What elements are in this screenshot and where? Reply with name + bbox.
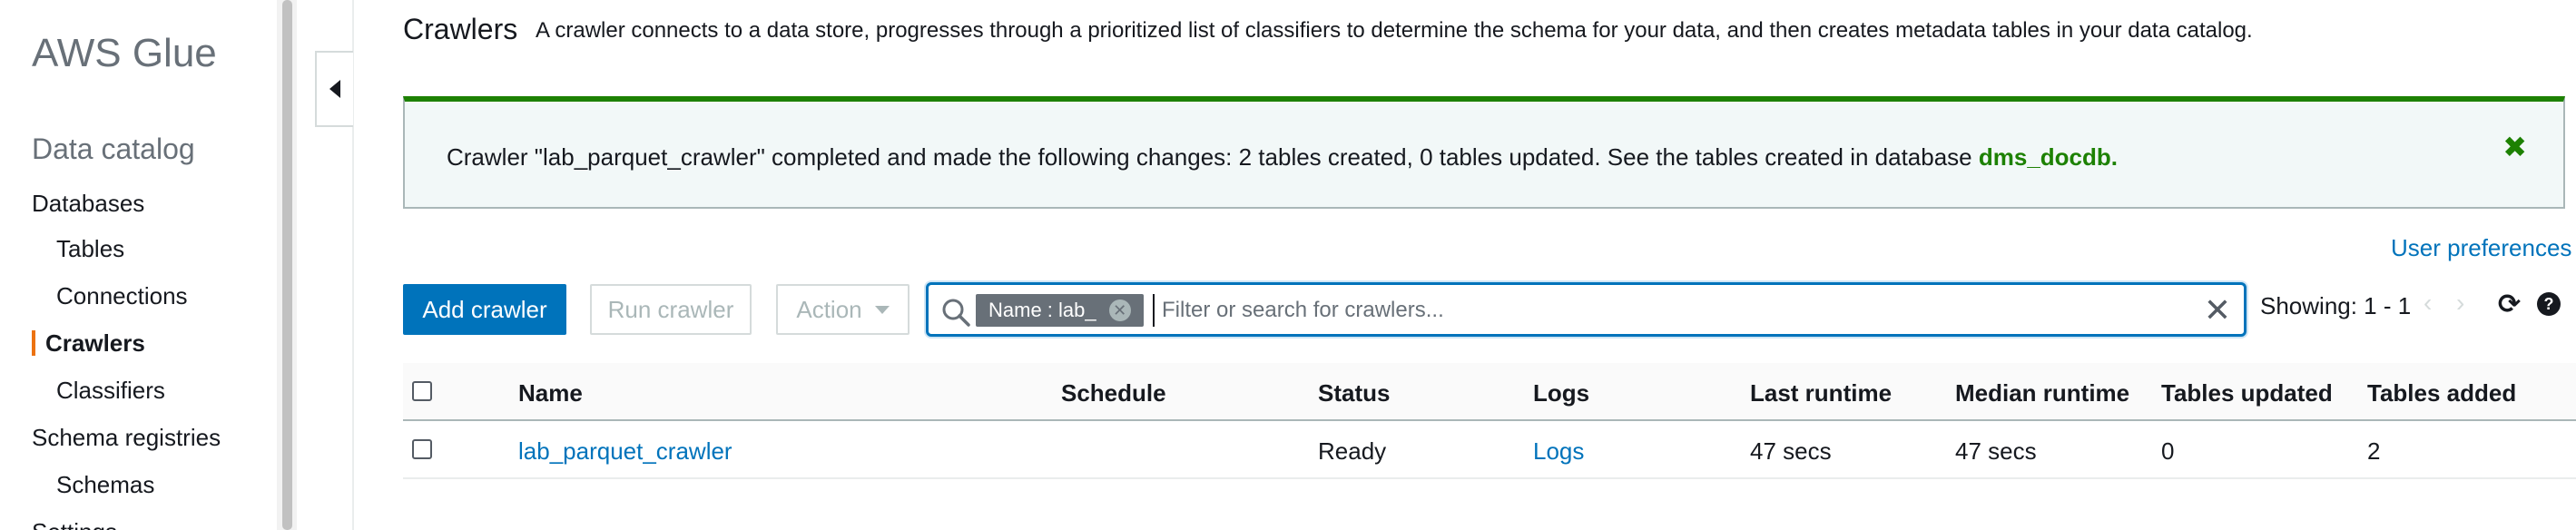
sidebar-item-classifiers[interactable]: Classifiers — [56, 377, 165, 405]
remove-token-icon[interactable]: ✕ — [1108, 299, 1131, 321]
action-dropdown-label: Action — [796, 295, 862, 323]
action-dropdown[interactable]: Action — [776, 284, 909, 335]
close-icon[interactable]: ✖ — [2502, 132, 2527, 162]
success-flash-banner: Crawler "lab_parquet_crawler" completed … — [403, 96, 2565, 209]
last-runtime-cell: 47 secs — [1750, 437, 1832, 465]
section-title-data-catalog: Data catalog — [32, 132, 195, 165]
flash-message-text: Crawler "lab_parquet_crawler" completed … — [447, 143, 1979, 171]
column-header-name[interactable]: Name — [518, 379, 583, 407]
sidebar-item-connections[interactable]: Connections — [56, 282, 188, 310]
database-link[interactable]: dms_docdb. — [1979, 143, 2118, 171]
sidebar-item-databases[interactable]: Databases — [32, 190, 144, 218]
chevron-down-icon — [874, 305, 890, 314]
clear-search-icon[interactable]: ✕ — [2204, 294, 2231, 327]
collapse-sidebar-button[interactable] — [315, 51, 353, 127]
help-icon[interactable]: ? — [2537, 292, 2561, 316]
flash-message: Crawler "lab_parquet_crawler" completed … — [447, 143, 2118, 172]
refresh-icon[interactable]: ⟳ — [2498, 289, 2521, 320]
page-description: A crawler connects to a data store, prog… — [536, 18, 2253, 43]
sidebar-item-tables[interactable]: Tables — [56, 235, 124, 263]
column-header-logs[interactable]: Logs — [1533, 379, 1589, 407]
user-preferences-link[interactable]: User preferences — [2391, 234, 2571, 262]
run-crawler-button[interactable]: Run crawler — [590, 284, 752, 335]
search-icon — [942, 299, 970, 327]
page-title: Crawlers — [403, 13, 518, 45]
caret-left-icon — [329, 80, 340, 98]
row-checkbox[interactable] — [412, 439, 432, 459]
column-header-tables-added[interactable]: Tables added — [2367, 379, 2516, 407]
brand-title: AWS Glue — [32, 31, 217, 75]
sidebar-scrollbar-thumb[interactable] — [282, 0, 292, 530]
crawler-name-link[interactable]: lab_parquet_crawler — [518, 437, 732, 466]
active-item-marker — [32, 330, 35, 356]
status-cell: Ready — [1318, 437, 1387, 465]
column-header-status[interactable]: Status — [1318, 379, 1390, 407]
search-bar[interactable]: Name : lab_ ✕ ✕ — [926, 282, 2247, 337]
add-crawler-button[interactable]: Add crawler — [403, 284, 566, 335]
pagination-status: Showing: 1 - 1 — [2260, 292, 2412, 319]
column-header-median-runtime[interactable]: Median runtime — [1955, 379, 2129, 407]
column-header-schedule[interactable]: Schedule — [1061, 379, 1166, 407]
sidebar: AWS Glue Data catalog Databases Tables C… — [0, 0, 277, 530]
table-header: Name Schedule Status Logs Last runtime M… — [403, 363, 2576, 421]
filter-token[interactable]: Name : lab_ ✕ — [976, 294, 1144, 327]
tables-updated-cell: 0 — [2161, 437, 2175, 465]
logs-link[interactable]: Logs — [1533, 437, 1584, 466]
previous-page-icon[interactable]: ‹ — [2424, 289, 2432, 318]
median-runtime-cell: 47 secs — [1955, 437, 2037, 465]
tables-added-cell: 2 — [2367, 437, 2381, 465]
sidebar-item-schemas[interactable]: Schemas — [56, 471, 154, 499]
column-header-tables-updated[interactable]: Tables updated — [2161, 379, 2333, 407]
column-header-last-runtime[interactable]: Last runtime — [1750, 379, 1892, 407]
filter-token-label: Name : lab_ — [988, 299, 1096, 321]
search-input[interactable] — [1153, 294, 2169, 327]
table-row[interactable]: lab_parquet_crawler Ready Logs 47 secs 4… — [403, 421, 2576, 479]
next-page-icon[interactable]: › — [2456, 289, 2464, 318]
sidebar-item-crawlers[interactable]: Crawlers — [45, 329, 145, 358]
sidebar-item-settings[interactable]: Settings — [32, 518, 117, 530]
sidebar-item-schema-registries[interactable]: Schema registries — [32, 424, 221, 452]
select-all-checkbox[interactable] — [412, 381, 432, 401]
